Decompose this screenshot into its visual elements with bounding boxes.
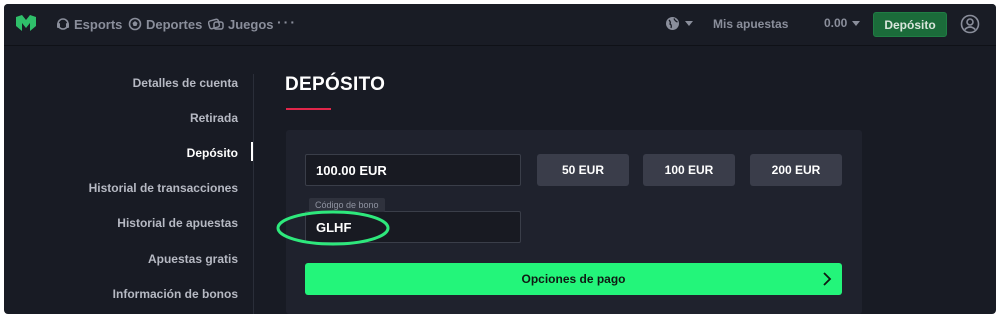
account-sidebar: Detalles de cuenta Retirada Depósito His… [4, 47, 254, 314]
chevron-right-icon [823, 272, 832, 286]
deposit-button[interactable]: Depósito [873, 12, 947, 37]
more-menu-button[interactable]: ··· [277, 14, 297, 30]
page-title: DEPÓSITO [285, 74, 386, 95]
sidebar-item-bonus-info[interactable]: Información de bonos [113, 287, 238, 301]
sidebar-divider [253, 74, 254, 314]
amount-input[interactable]: 100.00 EUR [305, 154, 521, 186]
payment-options-button[interactable]: Opciones de pago [305, 263, 842, 295]
nav-juegos-label: Juegos [228, 16, 274, 32]
top-navigation-bar: Esports Deportes Juegos ··· Mis apuestas [4, 4, 996, 46]
globe-icon [666, 17, 679, 30]
user-account-icon[interactable] [960, 14, 980, 34]
language-selector[interactable] [665, 16, 693, 31]
sidebar-item-bet-history[interactable]: Historial de apuestas [117, 216, 238, 230]
bonus-code-input[interactable]: GLHF [305, 211, 521, 243]
balance-value: 0.00 [824, 16, 848, 30]
quick-amount-50-button[interactable]: 50 EUR [537, 154, 629, 186]
nav-esports[interactable]: Esports [56, 16, 122, 32]
sidebar-item-transaction-history[interactable]: Historial de transacciones [89, 181, 238, 195]
title-underline [286, 108, 331, 110]
balance-dropdown[interactable]: 0.00 [824, 16, 861, 30]
headset-icon [57, 18, 69, 30]
chevron-down-icon [685, 21, 693, 26]
quick-amount-200-button[interactable]: 200 EUR [750, 154, 842, 186]
quick-amount-100-button[interactable]: 100 EUR [643, 154, 735, 186]
nav-juegos[interactable]: Juegos [208, 16, 274, 32]
app-window: Esports Deportes Juegos ··· Mis apuestas [4, 4, 996, 314]
sidebar-item-withdrawal[interactable]: Retirada [190, 111, 238, 125]
bonus-code-label: Código de bono [309, 198, 385, 212]
sidebar-item-account-details[interactable]: Detalles de cuenta [133, 76, 238, 90]
ball-icon [128, 17, 142, 31]
logo-icon[interactable] [15, 14, 37, 32]
sidebar-item-free-bets[interactable]: Apuestas gratis [148, 252, 238, 266]
gamepad-icon [208, 18, 224, 30]
payment-options-label: Opciones de pago [521, 272, 626, 286]
my-bets-link[interactable]: Mis apuestas [713, 17, 788, 31]
active-indicator [251, 142, 253, 161]
sidebar-item-deposit[interactable]: Depósito [187, 146, 238, 160]
chevron-down-icon [852, 20, 861, 26]
nav-deportes[interactable]: Deportes [128, 16, 202, 32]
nav-esports-label: Esports [74, 16, 123, 32]
nav-deportes-label: Deportes [146, 16, 203, 32]
